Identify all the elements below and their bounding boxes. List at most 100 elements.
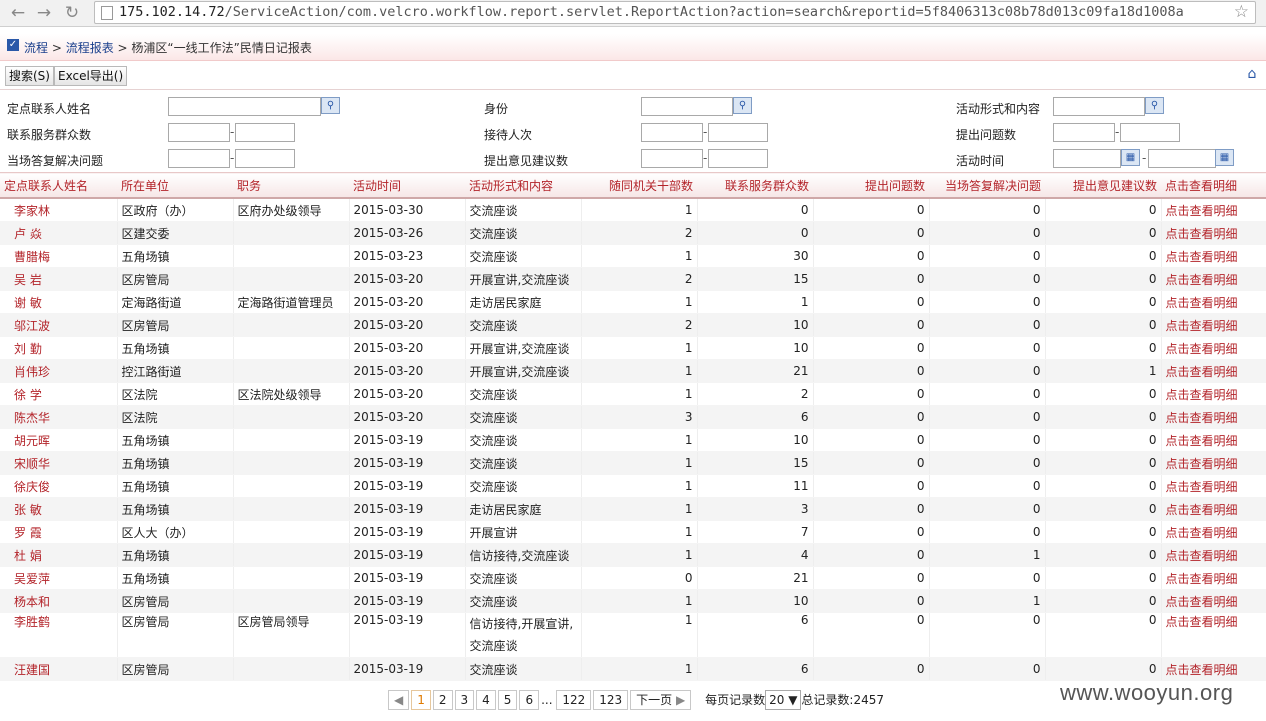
view-detail-link[interactable]: 点击查看明细 bbox=[1161, 589, 1266, 613]
number-cell: 0 bbox=[813, 566, 930, 590]
view-detail-link[interactable]: 点击查看明细 bbox=[1161, 336, 1266, 360]
forward-icon[interactable]: → bbox=[34, 3, 54, 23]
view-detail-link[interactable]: 点击查看明细 bbox=[1161, 244, 1266, 268]
per-page-select[interactable]: 20 ▼ bbox=[765, 690, 802, 710]
table-cell: 2015-03-19 bbox=[349, 497, 466, 521]
table-header-row: 定点联系人姓名 所在单位 职务 活动时间 活动形式和内容 随同机关干部数 联系服务群众数 提出… bbox=[0, 172, 1266, 199]
search-button[interactable]: 搜索(S) bbox=[5, 66, 54, 86]
excel-export-button[interactable]: Excel导出() bbox=[54, 66, 128, 86]
column-header[interactable]: 活动时间 bbox=[349, 172, 465, 199]
view-detail-link[interactable]: 点击查看明细 bbox=[1161, 657, 1266, 681]
view-detail-link[interactable]: 点击查看明细 bbox=[1161, 405, 1266, 429]
table-cell bbox=[233, 657, 350, 681]
table-cell: 控江路街道 bbox=[117, 359, 234, 383]
view-detail-link[interactable]: 点击查看明细 bbox=[1161, 428, 1266, 452]
issue-count-min-input[interactable] bbox=[1053, 123, 1115, 142]
number-cell: 0 bbox=[929, 612, 1046, 658]
calendar-icon[interactable]: ▦ bbox=[1121, 149, 1140, 166]
reload-icon[interactable]: ↻ bbox=[62, 3, 82, 23]
view-detail-link[interactable]: 点击查看明细 bbox=[1161, 267, 1266, 291]
column-header[interactable]: 活动形式和内容 bbox=[465, 172, 581, 199]
lookup-icon[interactable]: ⚲ bbox=[321, 97, 340, 114]
view-detail-link[interactable]: 点击查看明细 bbox=[1161, 497, 1266, 521]
suggestion-count-min-input[interactable] bbox=[641, 149, 703, 168]
lookup-icon[interactable]: ⚲ bbox=[1145, 97, 1164, 114]
table-cell: 交流座谈 bbox=[465, 313, 582, 337]
table-row: 吴 岩区房管局 2015-03-20 开展宣讲,交流座谈 2 15 0 0 0 点击查看明细 bbox=[0, 267, 1266, 291]
table-row: 卢 焱区建交委 2015-03-26 交流座谈 2 0 0 0 0 点击查看明细 bbox=[0, 221, 1266, 245]
view-detail-link[interactable]: 点击查看明细 bbox=[1161, 474, 1266, 498]
solved-count-min-input[interactable] bbox=[168, 149, 230, 168]
back-icon[interactable]: ← bbox=[8, 3, 28, 23]
next-page-button[interactable]: 下一页 ▶ bbox=[630, 690, 692, 710]
page-1-button[interactable]: 1 bbox=[411, 690, 431, 710]
column-header[interactable]: 职务 bbox=[233, 172, 349, 199]
table-cell: 五角场镇 bbox=[117, 543, 234, 567]
table-cell: 走访居民家庭 bbox=[465, 497, 582, 521]
table-row: 张 敏五角场镇 2015-03-19 走访居民家庭 1 3 0 0 0 点击查看明细 bbox=[0, 497, 1266, 521]
table-cell: 走访居民家庭 bbox=[465, 290, 582, 314]
number-cell: 0 bbox=[813, 497, 930, 521]
view-detail-link[interactable]: 点击查看明细 bbox=[1161, 290, 1266, 314]
page-122-button[interactable]: 122 bbox=[556, 690, 592, 710]
column-header[interactable]: 随同机关干部数 bbox=[581, 172, 697, 199]
column-header[interactable]: 提出问题数 bbox=[813, 172, 929, 199]
column-header[interactable]: 所在单位 bbox=[117, 172, 233, 199]
home-icon[interactable]: ⌂ bbox=[1244, 66, 1260, 82]
view-detail-link[interactable]: 点击查看明细 bbox=[1161, 451, 1266, 475]
column-header[interactable]: 当场答复解决问题 bbox=[929, 172, 1045, 199]
number-cell: 1 bbox=[581, 520, 698, 544]
view-detail-link[interactable]: 点击查看明细 bbox=[1161, 359, 1266, 383]
view-detail-link[interactable]: 点击查看明细 bbox=[1161, 612, 1266, 658]
reception-count-max-input[interactable] bbox=[708, 123, 768, 142]
activity-form-input[interactable] bbox=[1053, 97, 1145, 116]
issue-count-max-input[interactable] bbox=[1120, 123, 1180, 142]
view-detail-link[interactable]: 点击查看明细 bbox=[1161, 566, 1266, 590]
page-123-button[interactable]: 123 bbox=[593, 690, 629, 710]
bookmark-star-icon[interactable]: ☆ bbox=[1234, 2, 1249, 22]
breadcrumb-root-link[interactable]: 流程 bbox=[24, 41, 48, 55]
lookup-icon[interactable]: ⚲ bbox=[733, 97, 752, 114]
suggestion-count-max-input[interactable] bbox=[708, 149, 768, 168]
contact-name-cell: 邬江波 bbox=[0, 313, 118, 337]
page-2-button[interactable]: 2 bbox=[432, 690, 453, 710]
number-cell: 0 bbox=[813, 428, 930, 452]
page-5-button[interactable]: 5 bbox=[497, 690, 518, 710]
column-header[interactable]: 提出意见建议数 bbox=[1045, 172, 1161, 199]
number-cell: 0 bbox=[813, 543, 930, 567]
reception-count-min-input[interactable] bbox=[641, 123, 703, 142]
contact-name-input[interactable] bbox=[168, 97, 321, 116]
page-3-button[interactable]: 3 bbox=[454, 690, 475, 710]
view-detail-link[interactable]: 点击查看明细 bbox=[1161, 221, 1266, 245]
column-header[interactable]: 联系服务群众数 bbox=[697, 172, 813, 199]
service-count-max-input[interactable] bbox=[235, 123, 295, 142]
number-cell: 0 bbox=[929, 267, 1046, 291]
number-cell: 1 bbox=[697, 290, 814, 314]
activity-time-end-input[interactable] bbox=[1148, 149, 1216, 168]
solved-count-max-input[interactable] bbox=[235, 149, 295, 168]
number-cell: 0 bbox=[1045, 428, 1162, 452]
breadcrumb-reports-link[interactable]: 流程报表 bbox=[66, 41, 114, 55]
identity-input[interactable] bbox=[641, 97, 733, 116]
column-header[interactable]: 定点联系人姓名 bbox=[0, 172, 117, 199]
column-header[interactable]: 点击查看明细 bbox=[1161, 172, 1266, 199]
view-detail-link[interactable]: 点击查看明细 bbox=[1161, 198, 1266, 222]
number-cell: 0 bbox=[929, 474, 1046, 498]
table-cell: 2015-03-19 bbox=[349, 566, 466, 590]
page-4-button[interactable]: 4 bbox=[476, 690, 496, 710]
view-detail-link[interactable]: 点击查看明细 bbox=[1161, 520, 1266, 544]
page-6-button[interactable]: 6 bbox=[519, 690, 540, 710]
calendar-icon[interactable]: ▦ bbox=[1215, 149, 1234, 166]
table-cell bbox=[233, 520, 350, 544]
address-bar[interactable]: 175.102.14.72/ServiceAction/com.velcro.w… bbox=[94, 1, 1256, 24]
activity-time-start-input[interactable] bbox=[1053, 149, 1121, 168]
view-detail-link[interactable]: 点击查看明细 bbox=[1161, 543, 1266, 567]
activity-form-label: 活动形式和内容 bbox=[956, 102, 1041, 116]
table-cell: 2015-03-19 bbox=[349, 474, 466, 498]
contact-name-cell: 杜 娟 bbox=[0, 543, 118, 567]
view-detail-link[interactable]: 点击查看明细 bbox=[1161, 382, 1266, 406]
prev-page-icon[interactable]: ◀ bbox=[388, 690, 410, 710]
service-count-min-input[interactable] bbox=[168, 123, 230, 142]
action-toolbar: 搜索(S) Excel导出() ⌂ bbox=[0, 63, 1266, 90]
view-detail-link[interactable]: 点击查看明细 bbox=[1161, 313, 1266, 337]
